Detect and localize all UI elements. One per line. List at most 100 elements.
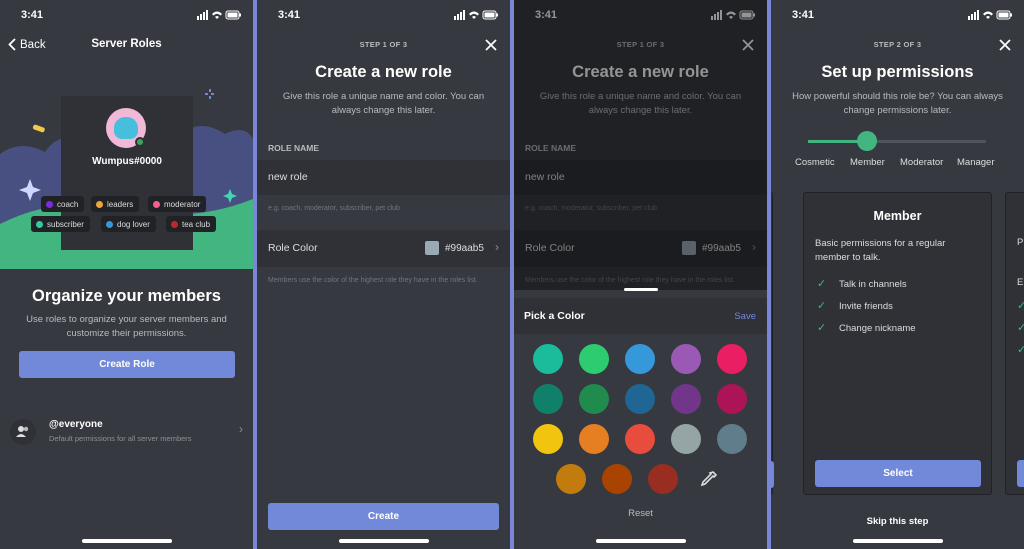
create-role-button[interactable]: Create Role (19, 351, 235, 378)
close-icon[interactable] (998, 38, 1012, 52)
role-name-hint: e.g. coach, moderator, subscriber, pet c… (268, 205, 400, 212)
status-bar: 3:41 (257, 0, 510, 30)
online-status-icon (135, 137, 145, 147)
role-color-dot (171, 220, 178, 228)
permission-level-slider[interactable] (808, 131, 986, 151)
role-color-dot (96, 200, 103, 208)
color-option[interactable] (625, 344, 655, 374)
prev-select-button[interactable] (771, 461, 774, 488)
next-select-button[interactable] (1017, 460, 1024, 487)
role-color-hex: #99aab5 (445, 243, 484, 254)
color-option[interactable] (556, 464, 586, 494)
dim-overlay (514, 0, 767, 290)
color-option[interactable] (717, 424, 747, 454)
status-icons (968, 10, 1012, 20)
page-subtitle: How powerful should this role be? You ca… (792, 91, 1003, 116)
next-level-card[interactable]: P E ✓ ✓ ✓ (1005, 192, 1024, 495)
create-role-screen: 3:41 STEP 1 OF 3 Create a new role Give … (257, 0, 510, 549)
check-icon: ✓ (817, 322, 827, 334)
home-indicator (852, 539, 943, 543)
check-icon: ✓ (817, 300, 827, 312)
everyone-name: @everyone (49, 419, 103, 430)
color-option[interactable] (579, 384, 609, 414)
step-indicator: STEP 1 OF 3 (359, 40, 408, 49)
chevron-right-icon: › (239, 422, 243, 436)
role-tag-label: subscriber (47, 219, 84, 229)
role-tag: leaders (91, 196, 140, 212)
role-tag-label: leaders (107, 199, 134, 209)
step-indicator: STEP 2 OF 3 (873, 40, 922, 49)
member-level-card: Member Basic permissions for a regular m… (803, 192, 992, 495)
color-option[interactable] (533, 344, 563, 374)
avatar (106, 108, 146, 148)
prev-level-card[interactable] (771, 192, 774, 495)
page-title: Create a new role (315, 63, 452, 81)
sheet-header: Pick a Color Save (514, 298, 767, 334)
reset-button[interactable]: Reset (514, 508, 767, 519)
color-option[interactable] (717, 344, 747, 374)
pick-color-title: Pick a Color (524, 310, 585, 322)
color-option[interactable] (717, 384, 747, 414)
home-indicator (595, 539, 686, 543)
role-tag: moderator (148, 196, 207, 212)
sheet-handle[interactable] (623, 288, 658, 291)
level-label[interactable]: Member (850, 157, 885, 168)
color-option[interactable] (648, 464, 678, 494)
level-label[interactable]: Moderator (900, 157, 943, 168)
role-color-dot (46, 200, 53, 208)
slider-knob[interactable] (856, 131, 877, 151)
status-bar: 3:41 (771, 0, 1024, 30)
check-icon: ✓ (817, 278, 827, 290)
screenshot-collage: 3:41 Back Server Roles Wumpus#0000 coach… (0, 0, 1024, 549)
color-option[interactable] (602, 464, 632, 494)
status-bar: 3:41 (0, 0, 253, 30)
next-card-peek-text: E (1017, 277, 1024, 288)
role-tag-label: tea club (182, 219, 211, 229)
check-icon: ✓ (1017, 344, 1024, 356)
color-option[interactable] (533, 424, 563, 454)
role-tag: dog lover (101, 216, 156, 232)
everyone-role-row[interactable]: @everyone Default permissions for all se… (10, 414, 243, 450)
card-title: Member (873, 209, 922, 223)
color-picker-sheet: Pick a Color Save Reset (514, 288, 767, 549)
status-icons (197, 10, 241, 20)
check-icon: ✓ (1017, 300, 1024, 312)
color-option[interactable] (625, 384, 655, 414)
section-subtitle: Use roles to organize your server member… (26, 314, 227, 339)
select-button[interactable]: Select (815, 460, 981, 487)
skip-step-button[interactable]: Skip this step (771, 516, 1024, 527)
level-label[interactable]: Cosmetic (795, 157, 835, 168)
role-tag: subscriber (31, 216, 90, 232)
card-description: Basic permissions for a regular member t… (815, 238, 946, 263)
color-option[interactable] (579, 344, 609, 374)
members-icon (10, 419, 36, 445)
save-button[interactable]: Save (734, 311, 756, 322)
role-color-hint: Members use the color of the highest rol… (268, 277, 478, 284)
color-swatch (425, 241, 439, 255)
color-option[interactable] (533, 384, 563, 414)
color-option[interactable] (671, 384, 701, 414)
chevron-right-icon: › (495, 240, 499, 254)
pick-color-screen: 3:41 STEP 1 OF 3 Create a new role Give … (514, 0, 767, 549)
permission-item: Change nickname (839, 323, 916, 334)
role-color-dot (36, 220, 43, 228)
role-color-dot (153, 200, 160, 208)
close-icon[interactable] (484, 38, 498, 52)
role-color-row[interactable]: Role Color #99aab5 › (257, 230, 510, 267)
color-option[interactable] (671, 424, 701, 454)
username: Wumpus#0000 (92, 156, 162, 167)
color-option[interactable] (625, 424, 655, 454)
status-time: 3:41 (278, 9, 301, 21)
nav-title: Server Roles (91, 38, 162, 50)
role-name-label: ROLE NAME (268, 143, 319, 153)
color-option[interactable] (579, 424, 609, 454)
permissions-screen: 3:41 STEP 2 OF 3 Set up permissions How … (771, 0, 1024, 549)
role-name-input[interactable]: new role (257, 160, 510, 195)
color-option[interactable] (671, 344, 701, 374)
level-label[interactable]: Manager (957, 157, 995, 168)
eyedropper-icon[interactable] (699, 469, 719, 489)
create-button[interactable]: Create (268, 503, 499, 530)
status-time: 3:41 (792, 9, 815, 21)
page-subtitle: Give this role a unique name and color. … (282, 91, 485, 116)
role-tag: coach (41, 196, 85, 212)
